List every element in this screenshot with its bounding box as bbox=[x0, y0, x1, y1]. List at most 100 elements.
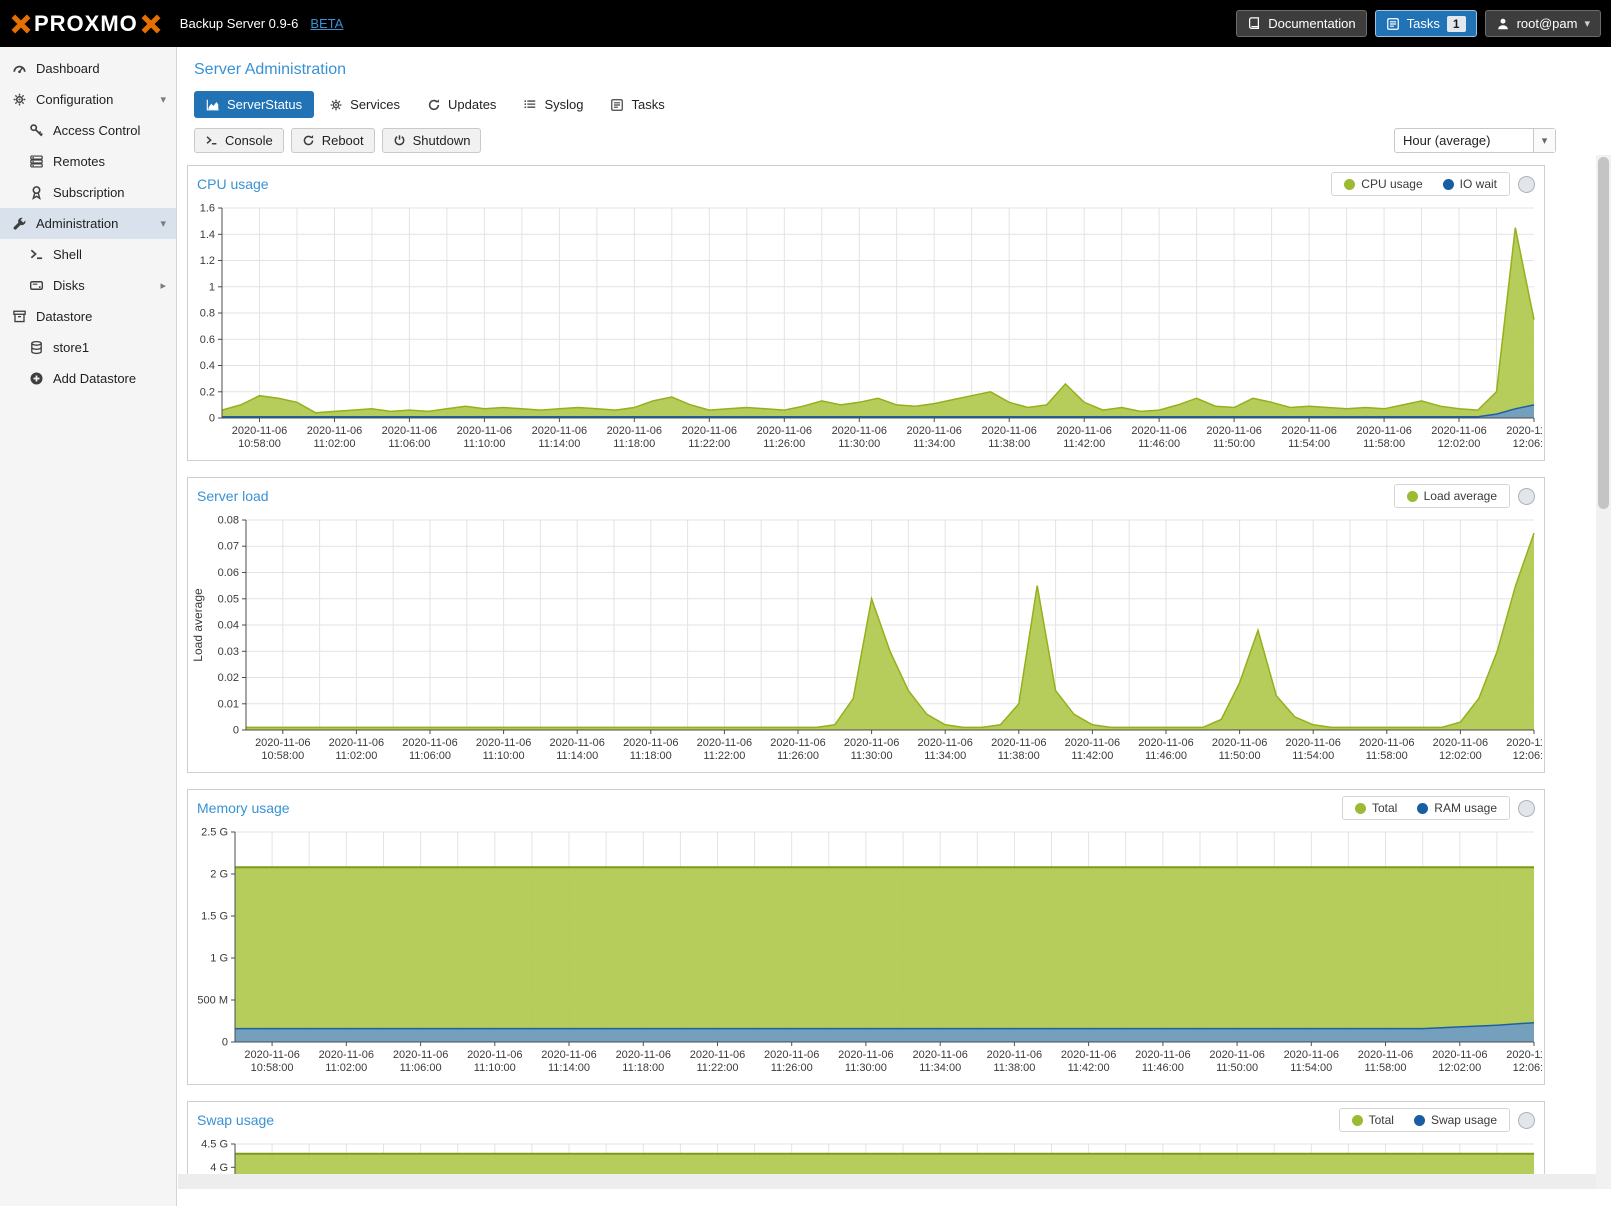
svg-text:2020-11-06: 2020-11-06 bbox=[1356, 425, 1411, 437]
reboot-label: Reboot bbox=[322, 133, 364, 148]
ribbon-icon bbox=[29, 185, 44, 200]
console-button[interactable]: Console bbox=[194, 128, 284, 153]
chevron-down-icon: ▾ bbox=[160, 93, 166, 106]
legend-label: CPU usage bbox=[1361, 177, 1422, 191]
cpu-usage-chart: 00.20.40.60.811.21.41.62020-11-0610:58:0… bbox=[190, 200, 1542, 456]
tab-tasks[interactable]: Tasks bbox=[598, 91, 676, 118]
svg-text:2020-11-06: 2020-11-06 bbox=[981, 425, 1036, 437]
svg-text:0: 0 bbox=[222, 1037, 228, 1049]
svg-text:11:30:00: 11:30:00 bbox=[845, 1062, 887, 1074]
svg-text:2020-11-06: 2020-11-06 bbox=[682, 425, 737, 437]
sidebar-item-administration[interactable]: Administration ▾ bbox=[0, 208, 176, 239]
sidebar-item-datastore[interactable]: Datastore bbox=[0, 301, 176, 332]
svg-text:11:26:00: 11:26:00 bbox=[771, 1062, 813, 1074]
tab-serverstatus[interactable]: ServerStatus bbox=[194, 91, 314, 118]
panel-tool-icon[interactable] bbox=[1518, 1112, 1535, 1129]
sidebar-item-store1[interactable]: store1 bbox=[0, 332, 176, 363]
legend-dot bbox=[1407, 491, 1418, 502]
legend-item[interactable]: Total bbox=[1352, 1113, 1394, 1127]
tab-updates[interactable]: Updates bbox=[415, 91, 508, 118]
sidebar: Dashboard Configuration ▾ Access Control… bbox=[0, 47, 177, 1206]
vertical-scrollbar[interactable] bbox=[1596, 155, 1611, 1189]
legend-dot bbox=[1443, 179, 1454, 190]
timeframe-select[interactable]: Hour (average) ▾ bbox=[1394, 128, 1556, 153]
svg-text:11:38:00: 11:38:00 bbox=[998, 750, 1040, 762]
horizontal-scrollbar[interactable] bbox=[178, 1174, 1596, 1189]
shutdown-button[interactable]: Shutdown bbox=[382, 128, 482, 153]
beta-link[interactable]: BETA bbox=[310, 16, 343, 31]
svg-text:11:10:00: 11:10:00 bbox=[483, 750, 525, 762]
svg-text:2.5 G: 2.5 G bbox=[201, 827, 228, 839]
svg-text:2020-11-06: 2020-11-06 bbox=[1209, 1049, 1264, 1061]
gears-icon bbox=[329, 98, 343, 112]
tab-services[interactable]: Services bbox=[317, 91, 412, 118]
product-name: Backup Server 0.9-6 bbox=[180, 16, 299, 31]
main-panel: Server Administration ServerStatus Servi… bbox=[178, 47, 1611, 1206]
sidebar-item-access-control[interactable]: Access Control bbox=[0, 115, 176, 146]
server-icon bbox=[29, 154, 44, 169]
panel-tool-icon[interactable] bbox=[1518, 176, 1535, 193]
sidebar-item-disks[interactable]: Disks ▸ bbox=[0, 270, 176, 301]
svg-text:500 M: 500 M bbox=[197, 995, 228, 1007]
panel-cpu-usage: CPU usage CPU usage IO wait 00.20.40.60.… bbox=[187, 165, 1545, 461]
svg-text:2020-11-06: 2020-11-06 bbox=[549, 737, 604, 749]
sidebar-item-remotes[interactable]: Remotes bbox=[0, 146, 176, 177]
svg-text:11:26:00: 11:26:00 bbox=[777, 750, 819, 762]
legend-item[interactable]: Load average bbox=[1407, 489, 1497, 503]
svg-text:2020-11-06: 2020-11-06 bbox=[541, 1049, 596, 1061]
scrollbar-thumb[interactable] bbox=[1598, 157, 1609, 509]
svg-text:11:10:00: 11:10:00 bbox=[463, 438, 505, 450]
legend-item[interactable]: Total bbox=[1355, 801, 1397, 815]
tasks-label: Tasks bbox=[1407, 16, 1440, 31]
reboot-button[interactable]: Reboot bbox=[291, 128, 375, 153]
sidebar-item-configuration[interactable]: Configuration ▾ bbox=[0, 84, 176, 115]
legend-label: Load average bbox=[1424, 489, 1497, 503]
legend-item[interactable]: Swap usage bbox=[1414, 1113, 1497, 1127]
svg-text:0.2: 0.2 bbox=[200, 386, 215, 398]
legend-item[interactable]: CPU usage bbox=[1344, 177, 1422, 191]
documentation-button[interactable]: Documentation bbox=[1236, 10, 1366, 37]
user-menu-button[interactable]: root@pam ▾ bbox=[1485, 10, 1601, 37]
tab-label: Services bbox=[350, 97, 400, 112]
sidebar-item-shell[interactable]: Shell bbox=[0, 239, 176, 270]
legend-dot bbox=[1344, 179, 1355, 190]
svg-text:11:02:00: 11:02:00 bbox=[313, 438, 355, 450]
sidebar-item-subscription[interactable]: Subscription bbox=[0, 177, 176, 208]
svg-text:2020-11-06: 2020-11-06 bbox=[1138, 737, 1193, 749]
sidebar-item-label: Administration bbox=[36, 216, 118, 231]
svg-text:2020-11-06: 2020-11-06 bbox=[1131, 425, 1186, 437]
svg-text:2020-11-06: 2020-11-06 bbox=[1212, 737, 1267, 749]
top-bar: PROXMO Backup Server 0.9-6 BETA Document… bbox=[0, 0, 1611, 47]
sidebar-item-add-datastore[interactable]: Add Datastore bbox=[0, 363, 176, 394]
sidebar-item-label: Dashboard bbox=[36, 61, 100, 76]
legend: Load average bbox=[1394, 484, 1510, 508]
sidebar-item-dashboard[interactable]: Dashboard bbox=[0, 53, 176, 84]
tasks-count-badge: 1 bbox=[1447, 16, 1466, 32]
legend-label: RAM usage bbox=[1434, 801, 1497, 815]
svg-text:4 G: 4 G bbox=[210, 1162, 228, 1174]
tasks-button[interactable]: Tasks 1 bbox=[1375, 10, 1477, 37]
proxmox-wordmark: PROXMO bbox=[34, 11, 138, 37]
svg-text:11:22:00: 11:22:00 bbox=[688, 438, 730, 450]
svg-text:2020-11-06: 2020-11-06 bbox=[393, 1049, 448, 1061]
panel-tool-icon[interactable] bbox=[1518, 488, 1535, 505]
content-bottom-edge bbox=[178, 1189, 1611, 1206]
svg-text:12:02:00: 12:02:00 bbox=[1439, 750, 1482, 762]
svg-text:2020-11-06: 2020-11-06 bbox=[402, 737, 457, 749]
svg-text:11:42:00: 11:42:00 bbox=[1068, 1062, 1110, 1074]
console-label: Console bbox=[225, 133, 273, 148]
panel-tool-icon[interactable] bbox=[1518, 800, 1535, 817]
sidebar-item-label: Shell bbox=[53, 247, 82, 262]
svg-text:2020-11-06: 2020-11-06 bbox=[1061, 1049, 1116, 1061]
svg-text:11:34:00: 11:34:00 bbox=[919, 1062, 961, 1074]
svg-text:12:02:00: 12:02:00 bbox=[1438, 438, 1481, 450]
svg-text:2020-11-06: 2020-11-06 bbox=[307, 425, 362, 437]
legend-item[interactable]: RAM usage bbox=[1417, 801, 1497, 815]
tab-syslog[interactable]: Syslog bbox=[511, 91, 595, 118]
svg-text:2020-11-06: 2020-11-06 bbox=[838, 1049, 893, 1061]
server-load-chart: 00.010.020.030.040.050.060.070.082020-11… bbox=[190, 512, 1542, 768]
svg-text:11:46:00: 11:46:00 bbox=[1142, 1062, 1184, 1074]
page-title: Server Administration bbox=[178, 47, 1611, 81]
svg-text:11:22:00: 11:22:00 bbox=[703, 750, 745, 762]
legend-item[interactable]: IO wait bbox=[1443, 177, 1497, 191]
